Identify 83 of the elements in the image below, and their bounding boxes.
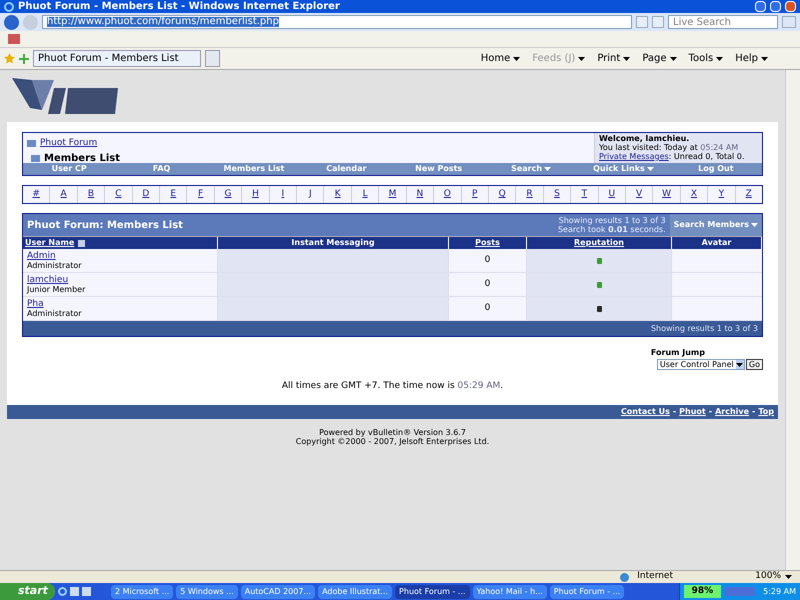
separator-text: -: [708, 406, 712, 418]
browser-tab[interactable]: Phuot Forum - Members List: [33, 50, 201, 67]
command-button[interactable]: Print: [593, 51, 634, 66]
table-title: Phuot Forum: Members List: [26, 218, 184, 232]
message-counts: : Unread 0, Total 0.: [668, 152, 744, 161]
separator-text: -: [752, 406, 756, 418]
letter-link[interactable]: A: [50, 186, 78, 203]
zoom-button[interactable]: 100%: [755, 570, 792, 584]
column-header: User Name: [23, 237, 218, 249]
member-rank: Administrator: [27, 260, 83, 270]
address-field[interactable]: http://www.phuot.com/forums/memberlist.php: [42, 15, 632, 29]
letter-link[interactable]: X: [680, 186, 708, 203]
taskbar-button[interactable]: Adobe Illustrat...: [318, 584, 392, 598]
letter-link[interactable]: C: [105, 186, 133, 203]
letter-link[interactable]: D: [132, 186, 160, 203]
member-link[interactable]: Pha: [27, 298, 44, 308]
letter-link[interactable]: Y: [708, 186, 736, 203]
letter-link[interactable]: L: [352, 186, 380, 203]
footer-link[interactable]: Archive: [715, 406, 750, 418]
column-header: Avatar: [672, 237, 762, 249]
battery-meter: 98%: [684, 584, 722, 598]
letter-link[interactable]: F: [187, 186, 215, 203]
taskbar-button[interactable]: AutoCAD 2007...: [240, 584, 316, 598]
letter-link[interactable]: O: [434, 186, 462, 203]
letter-link[interactable]: M: [379, 186, 407, 203]
url-text: http://www.phuot.com/forums/memberlist.php: [47, 17, 279, 27]
private-messages-link[interactable]: Private Messages: [599, 152, 669, 161]
member-rank: Junior Member: [27, 284, 86, 294]
member-link[interactable]: lamchieu: [27, 274, 68, 284]
results-text: Showing results 1 to 3 of 3: [558, 216, 666, 225]
taskbar-button[interactable]: 5 Windows ...: [176, 584, 238, 598]
page-heading: Members List: [44, 152, 120, 165]
window-title: Phuot Forum - Members List - Windows Internet Explorer: [18, 2, 341, 12]
start-button[interactable]: start: [0, 583, 55, 600]
footer-link[interactable]: Contact Us: [620, 406, 670, 418]
member-rank: Administrator: [27, 308, 83, 318]
letter-link[interactable]: H: [242, 186, 270, 203]
letter-link[interactable]: Z: [736, 186, 762, 203]
search-field[interactable]: Live Search: [668, 15, 778, 29]
letter-link[interactable]: S: [544, 186, 572, 203]
time-note: All times are GMT +7. The time now is 05:29 AM.: [280, 380, 504, 393]
member-link[interactable]: Admin: [27, 250, 56, 260]
letter-link[interactable]: I: [270, 186, 298, 203]
command-button[interactable]: Home: [476, 51, 524, 66]
zone-text: Internet: [637, 570, 674, 584]
footer-link[interactable]: Phuot: [679, 406, 706, 418]
breadcrumb-link[interactable]: Phuot Forum: [40, 137, 98, 150]
copyright-text: Powered by vBulletin® Version 3.6.7: [319, 428, 466, 436]
taskbar-button[interactable]: 2 Microsoft ...: [111, 584, 174, 598]
command-button[interactable]: Tools: [684, 51, 728, 66]
search-time-text: Search took 0.01 seconds.: [558, 225, 666, 234]
letter-link[interactable]: U: [598, 186, 626, 203]
taskbar-button[interactable]: Yahoo! Mail - h...: [472, 584, 547, 598]
go-button[interactable]: Go: [746, 359, 763, 370]
forum-jump-label: Forum Jump: [650, 347, 705, 359]
column-header: Posts: [449, 237, 527, 249]
letter-link[interactable]: W: [653, 186, 681, 203]
command-button[interactable]: Page: [638, 51, 681, 66]
forum-jump-select[interactable]: User Control Panel: [656, 359, 745, 370]
footer-link[interactable]: Top: [758, 406, 774, 418]
copyright-text: Copyright ©2000 - 2007, Jelsoft Enterprises Ltd.: [296, 436, 490, 446]
column-header: Instant Messaging: [218, 237, 449, 249]
letter-link[interactable]: T: [571, 186, 599, 203]
letter-link[interactable]: E: [160, 186, 188, 203]
command-button[interactable]: Help: [731, 51, 772, 66]
last-visit-text: You last visited: Today at 05:24 AM: [599, 143, 740, 152]
letter-link[interactable]: P: [462, 186, 489, 203]
taskbar-button[interactable]: Phuot Forum - ...: [395, 584, 470, 598]
clock-text: 5:29 AM: [762, 586, 796, 598]
welcome-text: Welcome, lamchieu.: [599, 134, 690, 143]
letter-link[interactable]: N: [406, 186, 434, 203]
separator-text: -: [672, 406, 676, 418]
letter-link[interactable]: B: [78, 186, 106, 203]
letter-link[interactable]: R: [516, 186, 544, 203]
column-header: Reputation: [527, 237, 672, 249]
letter-link[interactable]: J: [297, 186, 324, 203]
letter-link[interactable]: #: [23, 186, 50, 203]
results-text: Showing results 1 to 3 of 3: [650, 322, 758, 334]
letter-link[interactable]: Q: [488, 186, 516, 203]
letter-link[interactable]: G: [214, 186, 242, 203]
letter-link[interactable]: K: [324, 186, 352, 203]
letter-link[interactable]: V: [626, 186, 654, 203]
taskbar-button[interactable]: Phuot Forum - ...: [550, 584, 624, 598]
